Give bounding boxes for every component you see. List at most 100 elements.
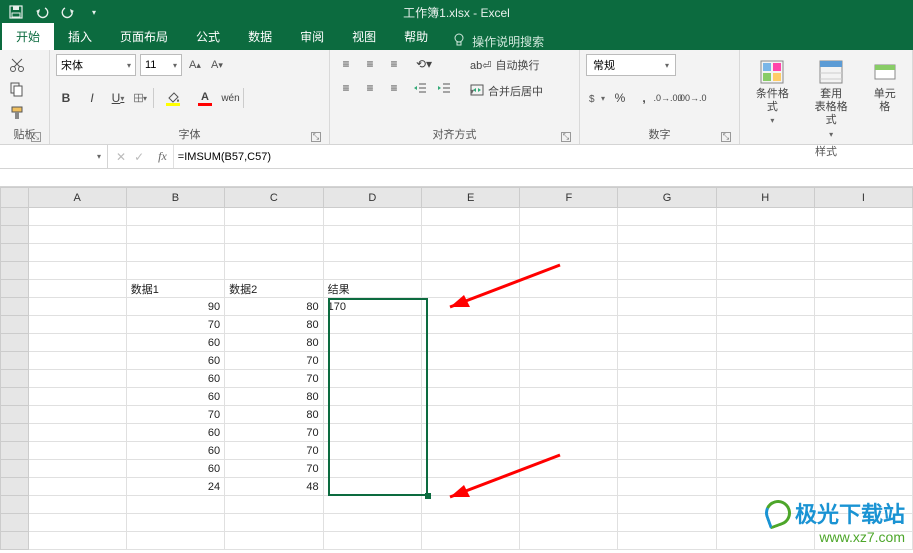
cell[interactable]: 80: [225, 316, 323, 334]
increase-indent-icon[interactable]: [434, 78, 454, 98]
align-bottom-icon[interactable]: ≡: [384, 54, 404, 74]
tab-data[interactable]: 数据: [234, 23, 286, 50]
alignment-launcher-icon[interactable]: ⤡: [561, 132, 571, 142]
row-header[interactable]: [1, 262, 29, 280]
select-all-corner[interactable]: [1, 188, 29, 208]
row-header[interactable]: [1, 334, 29, 352]
row-header[interactable]: [1, 532, 29, 550]
decrease-indent-icon[interactable]: [410, 78, 430, 98]
accounting-format-icon[interactable]: $▾: [586, 88, 606, 108]
number-format-combo[interactable]: 常规▾: [586, 54, 676, 76]
row-header[interactable]: [1, 460, 29, 478]
cell[interactable]: 60: [126, 370, 224, 388]
col-header-E[interactable]: E: [422, 188, 520, 208]
col-header-A[interactable]: A: [28, 188, 126, 208]
worksheet-grid[interactable]: A B C D E F G H I 数据1 数据2 结果 9080170 708…: [0, 187, 913, 550]
cell[interactable]: 70: [225, 442, 323, 460]
tab-insert[interactable]: 插入: [54, 23, 106, 50]
border-button[interactable]: ▾: [134, 88, 154, 108]
fill-color-button[interactable]: [160, 88, 186, 108]
col-header-F[interactable]: F: [520, 188, 618, 208]
cell[interactable]: 80: [225, 406, 323, 424]
tab-view[interactable]: 视图: [338, 23, 390, 50]
copy-icon[interactable]: [6, 78, 28, 100]
phonetic-button[interactable]: wén: [224, 88, 244, 108]
col-header-I[interactable]: I: [814, 188, 912, 208]
enter-formula-icon[interactable]: ✓: [134, 150, 144, 164]
merge-center-button[interactable]: 合并后居中▾: [466, 80, 547, 102]
cell[interactable]: 60: [126, 442, 224, 460]
col-header-B[interactable]: B: [126, 188, 224, 208]
tab-help[interactable]: 帮助: [390, 23, 442, 50]
row-header[interactable]: [1, 388, 29, 406]
font-color-button[interactable]: A: [192, 88, 218, 108]
clipboard-launcher-icon[interactable]: ⤡: [31, 132, 41, 142]
qat-customize-icon[interactable]: ▾: [86, 4, 102, 20]
cell[interactable]: 60: [126, 424, 224, 442]
tell-me[interactable]: 操作说明搜索: [442, 33, 554, 50]
cell[interactable]: 70: [225, 460, 323, 478]
redo-icon[interactable]: [60, 4, 76, 20]
row-header[interactable]: [1, 496, 29, 514]
cell[interactable]: 80: [225, 298, 323, 316]
bold-button[interactable]: B: [56, 88, 76, 108]
font-launcher-icon[interactable]: ⤡: [311, 132, 321, 142]
cell[interactable]: 80: [225, 334, 323, 352]
wrap-text-button[interactable]: ab⏎自动换行: [466, 54, 547, 76]
format-as-table-button[interactable]: 套用 表格格式 ▾: [805, 54, 858, 143]
number-launcher-icon[interactable]: ⤡: [721, 132, 731, 142]
row-header[interactable]: [1, 208, 29, 226]
cell[interactable]: 60: [126, 460, 224, 478]
col-header-C[interactable]: C: [225, 188, 323, 208]
cell[interactable]: 数据2: [225, 280, 323, 298]
cell[interactable]: 60: [126, 334, 224, 352]
orientation-icon[interactable]: ⟲▾: [410, 54, 438, 74]
cell[interactable]: 60: [126, 352, 224, 370]
align-left-icon[interactable]: ≡: [336, 78, 356, 98]
cell[interactable]: 70: [126, 406, 224, 424]
name-box[interactable]: ▾: [0, 145, 108, 168]
cell[interactable]: 结果: [323, 280, 422, 298]
cell[interactable]: 70: [225, 370, 323, 388]
tab-home[interactable]: 开始: [2, 23, 54, 50]
underline-button[interactable]: U▾: [108, 88, 128, 108]
cell[interactable]: 24: [126, 478, 224, 496]
decrease-font-icon[interactable]: A▾: [208, 56, 226, 74]
font-size-combo[interactable]: 11▾: [140, 54, 182, 76]
row-header[interactable]: [1, 280, 29, 298]
cell[interactable]: 70: [225, 352, 323, 370]
cell-result[interactable]: 170: [323, 298, 422, 316]
row-header[interactable]: [1, 478, 29, 496]
fx-icon[interactable]: fx: [152, 149, 173, 164]
increase-font-icon[interactable]: A▴: [186, 56, 204, 74]
conditional-formatting-button[interactable]: 条件格式 ▾: [746, 54, 799, 129]
tab-review[interactable]: 审阅: [286, 23, 338, 50]
cell[interactable]: 60: [126, 388, 224, 406]
tab-formulas[interactable]: 公式: [182, 23, 234, 50]
row-header[interactable]: [1, 406, 29, 424]
comma-format-icon[interactable]: ,: [634, 88, 654, 108]
cancel-formula-icon[interactable]: ✕: [116, 150, 126, 164]
align-right-icon[interactable]: ≡: [384, 78, 404, 98]
align-middle-icon[interactable]: ≡: [360, 54, 380, 74]
col-header-H[interactable]: H: [716, 188, 814, 208]
cell[interactable]: 数据1: [126, 280, 224, 298]
save-icon[interactable]: [8, 4, 24, 20]
undo-icon[interactable]: [34, 4, 50, 20]
align-center-icon[interactable]: ≡: [360, 78, 380, 98]
col-header-D[interactable]: D: [323, 188, 422, 208]
increase-decimal-icon[interactable]: .0→.00: [658, 88, 678, 108]
col-header-G[interactable]: G: [618, 188, 716, 208]
row-header[interactable]: [1, 514, 29, 532]
row-header[interactable]: [1, 442, 29, 460]
row-header[interactable]: [1, 352, 29, 370]
format-painter-icon[interactable]: [6, 102, 28, 124]
font-name-combo[interactable]: 宋体▾: [56, 54, 136, 76]
align-top-icon[interactable]: ≡: [336, 54, 356, 74]
row-header[interactable]: [1, 370, 29, 388]
cell[interactable]: 70: [225, 424, 323, 442]
decrease-decimal-icon[interactable]: .00→.0: [682, 88, 702, 108]
cell[interactable]: 80: [225, 388, 323, 406]
cell-styles-button[interactable]: 单元格: [863, 54, 906, 118]
fill-handle[interactable]: [425, 493, 431, 499]
